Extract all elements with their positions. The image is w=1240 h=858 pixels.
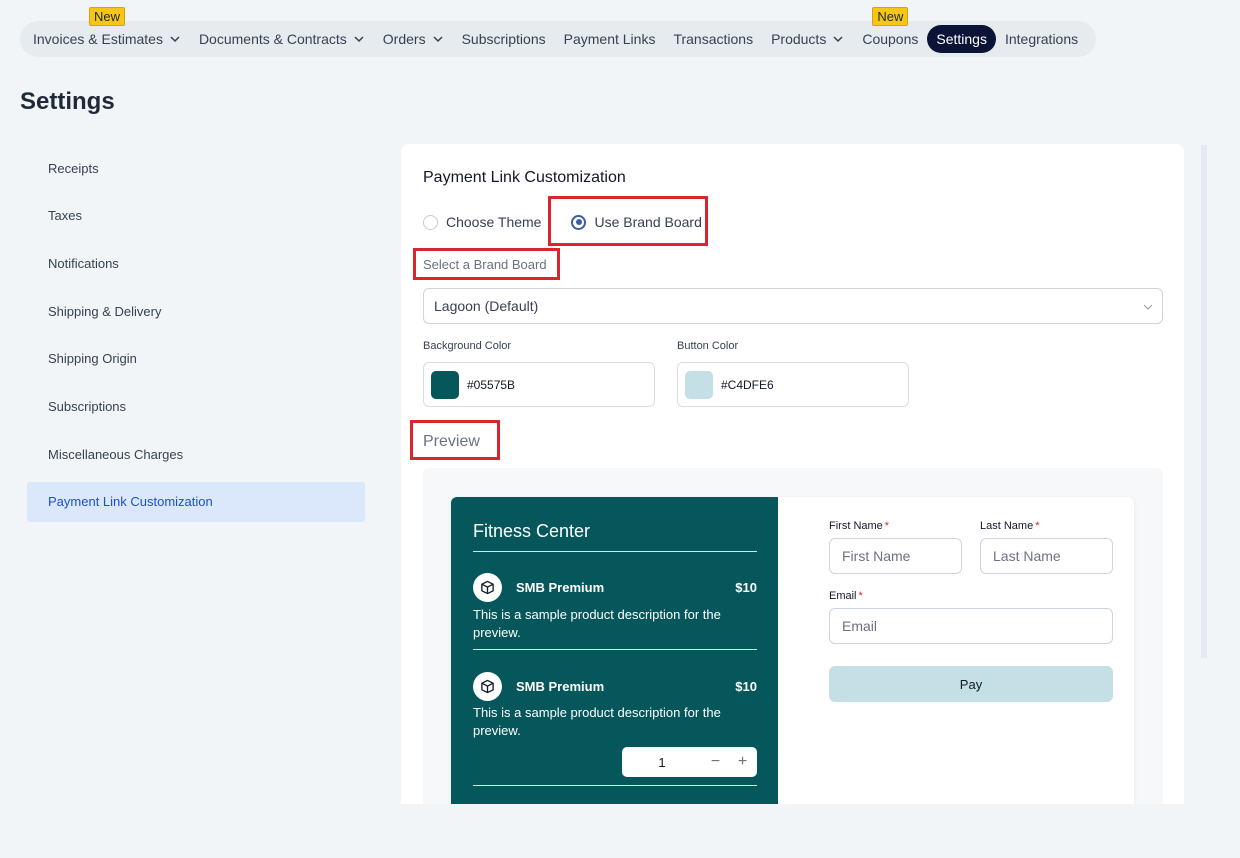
label-text: Last Name bbox=[980, 520, 1034, 532]
quantity-value: 1 bbox=[658, 754, 666, 770]
nav-transactions[interactable]: Transactions bbox=[664, 25, 762, 53]
background-color-swatch[interactable] bbox=[431, 370, 459, 399]
nav-invoices-estimates[interactable]: New Invoices & Estimates bbox=[24, 7, 190, 53]
email-input[interactable]: Email bbox=[829, 608, 1113, 644]
nav-payment-links[interactable]: Payment Links bbox=[555, 25, 665, 53]
required-mark: * bbox=[858, 590, 863, 602]
highlight-box-preview bbox=[410, 420, 500, 460]
product-price: $10 bbox=[735, 580, 757, 595]
select-value: Lagoon (Default) bbox=[434, 298, 539, 314]
nav-label: Products bbox=[771, 31, 827, 47]
divider bbox=[473, 649, 757, 650]
nav-label: Orders bbox=[382, 31, 426, 47]
page-title: Settings bbox=[20, 88, 115, 115]
nav-label: Documents & Contracts bbox=[198, 31, 347, 47]
product-price: $10 bbox=[735, 679, 757, 694]
product-name: SMB Premium bbox=[516, 679, 605, 694]
nav-products[interactable]: Products bbox=[762, 25, 853, 53]
label-text: Email bbox=[829, 590, 857, 602]
minus-icon[interactable]: − bbox=[702, 753, 729, 771]
chevron-down-icon bbox=[354, 36, 364, 43]
cube-icon bbox=[473, 672, 502, 701]
email-label: Email * bbox=[829, 590, 863, 602]
product-name: SMB Premium bbox=[516, 580, 605, 595]
panel-title: Payment Link Customization bbox=[423, 169, 626, 186]
button-color-swatch[interactable] bbox=[685, 370, 713, 399]
sidebar-item-subscriptions[interactable]: Subscriptions bbox=[27, 386, 365, 426]
sidebar-item-taxes[interactable]: Taxes bbox=[27, 196, 365, 236]
product-description: This is a sample product description for… bbox=[473, 705, 721, 738]
sidebar-item-payment-link-customization[interactable]: Payment Link Customization bbox=[27, 481, 365, 522]
label-text: First Name bbox=[829, 520, 883, 532]
button-color-value: #C4DFE6 bbox=[721, 377, 774, 392]
nav-orders[interactable]: Orders bbox=[374, 25, 453, 53]
radio-label: Choose Theme bbox=[446, 214, 542, 230]
nav-coupons[interactable]: New Coupons bbox=[853, 7, 927, 53]
product-description: This is a sample product description for… bbox=[473, 607, 721, 640]
last-name-label: Last Name * bbox=[980, 520, 1039, 532]
button-color-picker[interactable]: #C4DFE6 bbox=[677, 362, 909, 407]
nav-documents-contracts[interactable]: Documents & Contracts bbox=[190, 25, 374, 53]
nav-subscriptions[interactable]: Subscriptions bbox=[453, 25, 555, 53]
divider bbox=[473, 551, 757, 552]
background-color-picker[interactable]: #05575B bbox=[423, 362, 655, 407]
new-badge: New bbox=[872, 7, 909, 26]
payment-link-preview: Fitness Center SMB Premium $10 This is a… bbox=[451, 497, 1134, 804]
payment-link-panel: Payment Link Customization Choose Theme … bbox=[401, 144, 1184, 804]
last-name-input[interactable]: Last Name bbox=[980, 538, 1113, 574]
nav-label: Subscriptions bbox=[461, 31, 546, 47]
first-name-label: First Name * bbox=[829, 520, 889, 532]
background-color-label: Background Color bbox=[423, 340, 512, 352]
top-nav: New Invoices & Estimates Documents & Con… bbox=[20, 7, 1096, 57]
nav-label: Transactions bbox=[673, 31, 754, 47]
highlight-box-brand-label bbox=[413, 248, 560, 280]
cube-icon bbox=[473, 573, 502, 602]
divider bbox=[473, 785, 757, 786]
nav-label: Integrations bbox=[1004, 31, 1079, 47]
nav-settings[interactable]: Settings bbox=[927, 25, 996, 53]
settings-sidebar: Receipts Taxes Notifications Shipping & … bbox=[27, 148, 365, 530]
brand-board-select[interactable]: Lagoon (Default) bbox=[423, 288, 1163, 324]
chevron-down-icon bbox=[170, 36, 180, 43]
new-badge: New bbox=[88, 7, 125, 26]
quantity-stepper[interactable]: 1 − + bbox=[622, 747, 757, 777]
sidebar-item-shipping-origin[interactable]: Shipping Origin bbox=[27, 339, 365, 379]
required-mark: * bbox=[1035, 520, 1040, 532]
preview-business-name: Fitness Center bbox=[473, 521, 591, 541]
sidebar-item-shipping-delivery[interactable]: Shipping & Delivery bbox=[27, 291, 365, 331]
required-mark: * bbox=[884, 520, 890, 532]
first-name-input[interactable]: First Name bbox=[829, 538, 962, 574]
nav-label: Settings bbox=[936, 31, 987, 47]
nav-label: Invoices & Estimates bbox=[33, 31, 163, 47]
pay-button[interactable]: Pay bbox=[829, 666, 1113, 702]
background-color-value: #05575B bbox=[467, 377, 516, 392]
chevron-down-icon bbox=[433, 36, 443, 43]
preview-checkout-form: First Name * First Name Last Name * Last N… bbox=[778, 497, 1134, 804]
nav-label: Payment Links bbox=[563, 31, 656, 47]
sidebar-item-receipts[interactable]: Receipts bbox=[27, 148, 365, 188]
choose-theme-radio[interactable]: Choose Theme bbox=[423, 214, 541, 230]
chevron-down-icon bbox=[1143, 304, 1153, 310]
preview-area: Fitness Center SMB Premium $10 This is a… bbox=[423, 468, 1163, 804]
radio-unchecked-icon[interactable] bbox=[423, 214, 438, 230]
nav-integrations[interactable]: Integrations bbox=[996, 25, 1087, 53]
scrollbar[interactable] bbox=[1201, 145, 1207, 658]
highlight-box-brand-radio bbox=[548, 196, 708, 246]
chevron-down-icon bbox=[833, 36, 843, 43]
sidebar-item-notifications[interactable]: Notifications bbox=[27, 243, 365, 283]
button-color-label: Button Color bbox=[677, 340, 739, 352]
preview-product-pane: Fitness Center SMB Premium $10 This is a… bbox=[451, 497, 778, 804]
sidebar-item-miscellaneous-charges[interactable]: Miscellaneous Charges bbox=[27, 434, 365, 474]
plus-icon[interactable]: + bbox=[729, 753, 756, 771]
nav-label: Coupons bbox=[862, 31, 919, 47]
